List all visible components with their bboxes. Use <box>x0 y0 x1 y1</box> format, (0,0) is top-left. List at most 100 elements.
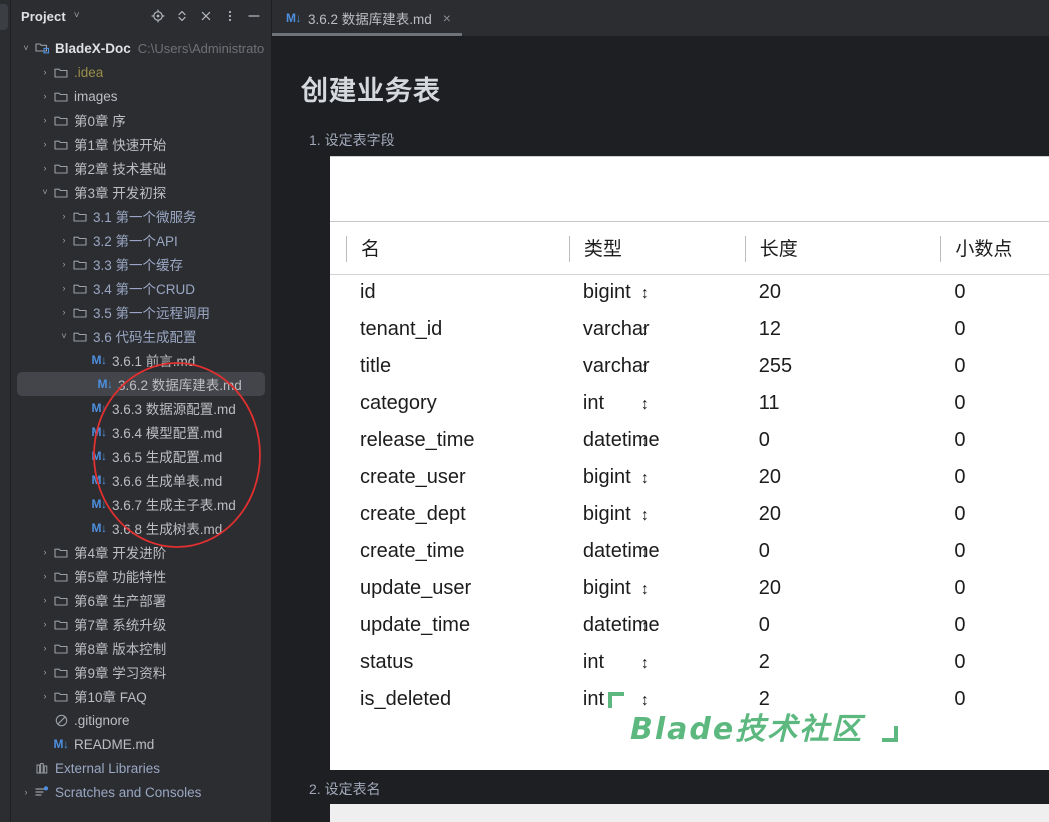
locate-icon[interactable] <box>147 5 169 27</box>
field-decimal-cell[interactable]: 0 <box>924 496 1049 533</box>
tree-item[interactable]: ›M↓ 3.6.1 前言.md <box>11 348 271 372</box>
chevron-right-icon[interactable]: › <box>19 787 33 797</box>
field-type-cell[interactable]: bigint <box>553 496 641 533</box>
chevron-right-icon[interactable]: › <box>76 403 90 413</box>
field-length-cell[interactable]: 12 <box>729 311 925 348</box>
tree-item[interactable]: › 第1章 快速开始 <box>11 132 271 156</box>
tree-item[interactable]: › 第4章 开发进阶 <box>11 540 271 564</box>
chevron-down-icon[interactable]: ˅ <box>19 43 33 53</box>
table-row[interactable]: title varchar ↕ 255 0 <box>330 348 1049 385</box>
field-name-cell[interactable]: id <box>330 274 553 311</box>
chevron-right-icon[interactable]: › <box>76 499 90 509</box>
tree-item[interactable]: › 第7章 系统升级 <box>11 612 271 636</box>
field-decimal-cell[interactable]: 0 <box>924 644 1049 681</box>
tree-item[interactable]: › 第0章 序 <box>11 108 271 132</box>
tree-item[interactable]: ›M↓ 3.6.5 生成配置.md <box>11 444 271 468</box>
chevron-down-icon[interactable]: ˅ <box>74 11 80 21</box>
field-type-cell[interactable]: bigint <box>553 459 641 496</box>
field-decimal-cell[interactable]: 0 <box>924 422 1049 459</box>
tree-item[interactable]: › 3.3 第一个缓存 <box>11 252 271 276</box>
tree-item[interactable]: ›M↓ README.md <box>11 732 271 756</box>
tree-item[interactable]: › 3.2 第一个API <box>11 228 271 252</box>
chevron-right-icon[interactable]: › <box>38 739 52 749</box>
type-spinner[interactable]: ↕ <box>641 385 729 422</box>
field-type-cell[interactable]: int <box>553 644 641 681</box>
field-type-cell[interactable]: varchar <box>553 348 650 385</box>
field-decimal-cell[interactable]: 0 <box>924 274 1049 311</box>
table-row[interactable]: update_time datetime ↕ 0 0 <box>330 607 1049 644</box>
column-header-type[interactable]: 类型 <box>552 222 729 275</box>
type-spinner[interactable]: ↕ <box>641 644 729 681</box>
chevron-right-icon[interactable]: › <box>38 67 52 77</box>
column-header-length[interactable]: 长度 <box>728 222 925 275</box>
tree-item[interactable]: ›M↓ 3.6.3 数据源配置.md <box>11 396 271 420</box>
type-spinner[interactable]: ↕ <box>641 274 729 311</box>
tree-item[interactable]: › Scratches and Consoles <box>11 780 271 804</box>
field-name-cell[interactable]: create_time <box>330 533 553 570</box>
more-options-icon[interactable] <box>219 5 241 27</box>
field-name-cell[interactable]: tenant_id <box>330 311 553 348</box>
field-decimal-cell[interactable]: 0 <box>924 533 1049 570</box>
tree-item[interactable]: › 3.1 第一个微服务 <box>11 204 271 228</box>
table-row[interactable]: id bigint ↕ 20 0 <box>330 274 1049 311</box>
field-type-cell[interactable]: bigint <box>553 274 641 311</box>
tree-item[interactable]: › 第8章 版本控制 <box>11 636 271 660</box>
field-length-cell[interactable]: 2 <box>729 644 925 681</box>
field-length-cell[interactable]: 11 <box>729 385 925 422</box>
field-decimal-cell[interactable]: 0 <box>924 311 1049 348</box>
spinner-updown-icon[interactable]: ↕ <box>641 323 649 339</box>
spinner-updown-icon[interactable]: ↕ <box>641 619 649 635</box>
chevron-right-icon[interactable]: › <box>76 427 90 437</box>
tree-item[interactable]: › images <box>11 84 271 108</box>
chevron-right-icon[interactable]: › <box>38 91 52 101</box>
type-spinner[interactable]: ↕ <box>641 311 729 348</box>
tree-item[interactable]: › 第10章 FAQ <box>11 684 271 708</box>
field-type-cell[interactable]: datetime <box>553 607 660 644</box>
column-header-decimal[interactable]: 小数点 <box>924 222 1049 275</box>
table-row[interactable]: tenant_id varchar ↕ 12 0 <box>330 311 1049 348</box>
hide-icon[interactable] <box>243 5 265 27</box>
table-row[interactable]: is_deleted int ↕ 2 0 <box>330 681 1049 718</box>
tree-item[interactable]: › 第2章 技术基础 <box>11 156 271 180</box>
field-length-cell[interactable]: 20 <box>729 274 925 311</box>
chevron-right-icon[interactable]: › <box>57 307 71 317</box>
field-name-cell[interactable]: is_deleted <box>330 681 553 718</box>
field-type-cell[interactable]: bigint <box>553 570 641 607</box>
field-name-cell[interactable]: title <box>330 348 553 385</box>
field-decimal-cell[interactable]: 0 <box>924 607 1049 644</box>
field-length-cell[interactable]: 0 <box>729 607 925 644</box>
expand-collapse-icon[interactable] <box>171 5 193 27</box>
table-row[interactable]: update_user bigint ↕ 20 0 <box>330 570 1049 607</box>
field-length-cell[interactable]: 255 <box>729 348 925 385</box>
field-type-cell[interactable]: int <box>553 681 641 718</box>
chevron-right-icon[interactable]: › <box>38 571 52 581</box>
chevron-right-icon[interactable]: › <box>57 235 71 245</box>
tree-item[interactable]: › .idea <box>11 60 271 84</box>
type-spinner[interactable]: ↕ <box>641 348 729 385</box>
tree-item[interactable]: › 第9章 学习资料 <box>11 660 271 684</box>
close-icon[interactable]: × <box>443 10 451 26</box>
field-decimal-cell[interactable]: 0 <box>924 681 1049 718</box>
chevron-right-icon[interactable]: › <box>76 523 90 533</box>
chevron-right-icon[interactable]: › <box>38 163 52 173</box>
field-name-cell[interactable]: release_time <box>330 422 553 459</box>
spinner-updown-icon[interactable]: ↕ <box>641 397 649 413</box>
field-length-cell[interactable]: 0 <box>729 533 925 570</box>
field-type-cell[interactable]: int <box>553 385 641 422</box>
chevron-down-icon[interactable]: ˅ <box>57 331 71 341</box>
tree-item[interactable]: › 第5章 功能特性 <box>11 564 271 588</box>
spinner-updown-icon[interactable]: ↕ <box>641 508 649 524</box>
chevron-right-icon[interactable]: › <box>38 691 52 701</box>
type-spinner[interactable]: ↕ <box>641 570 729 607</box>
editor-tab-active[interactable]: M↓ 3.6.2 数据库建表.md × <box>272 0 461 36</box>
tree-item[interactable]: ˅ BladeX-Doc C:\Users\Administrato <box>11 36 271 60</box>
spinner-updown-icon[interactable]: ↕ <box>641 360 649 376</box>
chevron-right-icon[interactable]: › <box>76 451 90 461</box>
type-spinner[interactable]: ↕ <box>641 681 729 718</box>
table-row[interactable]: release_time datetime ↕ 0 0 <box>330 422 1049 459</box>
spinner-updown-icon[interactable]: ↕ <box>641 286 649 302</box>
chevron-right-icon[interactable]: › <box>38 715 52 725</box>
tree-item[interactable]: › 3.5 第一个远程调用 <box>11 300 271 324</box>
chevron-right-icon[interactable]: › <box>57 211 71 221</box>
chevron-right-icon[interactable]: › <box>38 547 52 557</box>
